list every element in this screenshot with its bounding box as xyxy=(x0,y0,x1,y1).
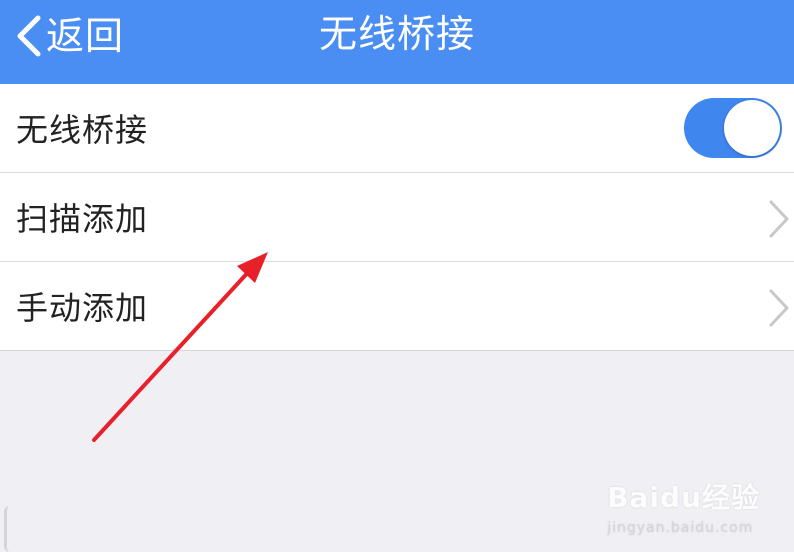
list-item-manual-add[interactable]: 手动添加 xyxy=(0,262,794,350)
baidu-watermark: Baidu经验 jingyan.baidu.com xyxy=(607,476,760,536)
wireless-bridge-toggle[interactable] xyxy=(684,98,782,158)
watermark-sub: jingyan.baidu.com xyxy=(607,520,754,536)
list-item-label: 扫描添加 xyxy=(16,200,149,238)
navigation-bar: 返回 无线桥接 xyxy=(0,0,794,84)
chevron-right-icon xyxy=(769,200,789,238)
list-item-scan-add[interactable]: 扫描添加 xyxy=(0,173,794,262)
watermark-main: Baidu经验 xyxy=(607,481,760,514)
edge-mark xyxy=(4,506,15,552)
page-title: 无线桥接 xyxy=(318,12,475,56)
list-item-label: 手动添加 xyxy=(16,289,149,327)
chevron-right-icon xyxy=(769,289,789,327)
list-item-label: 无线桥接 xyxy=(16,111,149,149)
list-item-wireless-bridge: 无线桥接 xyxy=(0,84,794,173)
toggle-knob xyxy=(724,100,780,156)
settings-list: 无线桥接 扫描添加 手动添加 xyxy=(0,84,794,351)
